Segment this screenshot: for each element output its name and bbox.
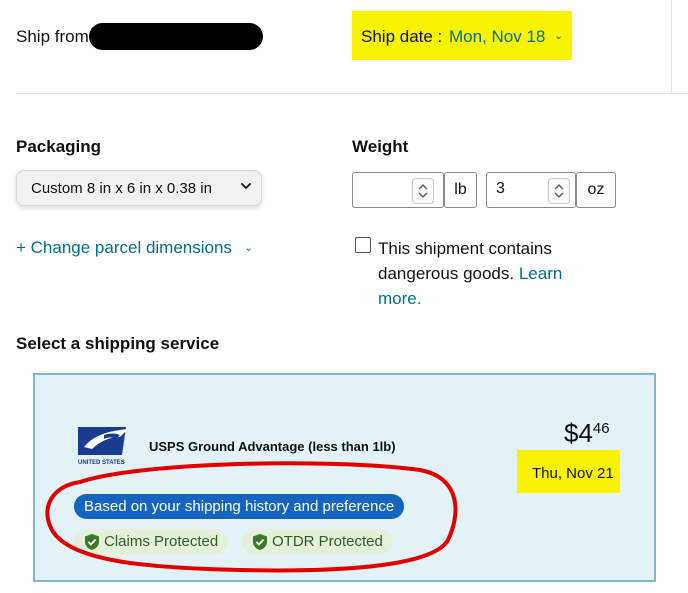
weight-lb-input[interactable] — [352, 172, 444, 208]
chevron-down-icon — [241, 183, 251, 190]
weight-title: Weight — [352, 137, 409, 156]
shield-check-icon — [253, 534, 267, 550]
otdr-protected-label: OTDR Protected — [272, 533, 383, 550]
weight-oz-unit: oz — [576, 172, 616, 208]
weight-oz-value: 3 — [496, 180, 505, 197]
packaging-selected-value: Custom 8 in x 6 in x 0.38 in — [31, 180, 212, 197]
claims-protected-badge: Claims Protected — [74, 529, 229, 555]
chevron-down-icon[interactable] — [554, 192, 564, 198]
shield-check-icon — [85, 534, 99, 550]
ship-date-label: Ship date : — [361, 27, 443, 46]
change-parcel-dimensions-link[interactable]: + Change parcel dimensions — [16, 238, 232, 258]
usps-eagle-icon: UNITED STATES — [78, 427, 128, 466]
chevron-up-icon[interactable] — [554, 184, 564, 190]
packaging-select[interactable]: Custom 8 in x 6 in x 0.38 in — [16, 170, 262, 206]
weight-lb-unit: lb — [444, 172, 477, 208]
service-name: USPS Ground Advantage (less than 1lb) — [149, 439, 396, 454]
lb-stepper[interactable] — [412, 178, 434, 204]
otdr-protected-badge: OTDR Protected — [242, 529, 393, 555]
chevron-up-icon[interactable] — [418, 184, 428, 190]
chevron-down-icon[interactable]: ⌄ — [554, 29, 563, 42]
dangerous-goods-checkbox[interactable] — [355, 237, 371, 253]
chevron-down-icon[interactable]: ⌄ — [244, 241, 253, 254]
packaging-title: Packaging — [16, 137, 102, 156]
ship-from-label: Ship from — [16, 27, 89, 46]
recommendation-badge: Based on your shipping history and prefe… — [74, 494, 405, 519]
service-price: $446 — [564, 418, 610, 449]
header-divider-vertical — [671, 0, 672, 94]
redaction-mark — [89, 23, 263, 50]
chevron-down-icon[interactable] — [418, 192, 428, 198]
price-dollars: $4 — [564, 418, 593, 448]
price-cents: 46 — [592, 420, 610, 437]
oz-stepper[interactable] — [548, 178, 570, 204]
usps-logo-text: UNITED STATES — [78, 460, 125, 466]
claims-protected-label: Claims Protected — [104, 533, 219, 550]
ship-date-dropdown[interactable]: Mon, Nov 18 — [449, 27, 545, 47]
shipping-service-title: Select a shipping service — [16, 334, 220, 353]
delivery-date: Thu, Nov 21 — [532, 465, 614, 482]
header-divider — [16, 93, 688, 94]
dangerous-goods-label: This shipment contains dangerous goods. … — [378, 236, 588, 311]
